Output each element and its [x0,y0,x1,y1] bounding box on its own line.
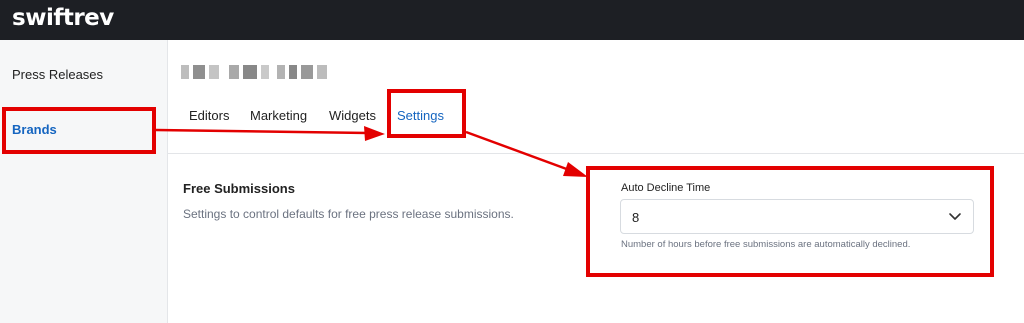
tab-editors[interactable]: Editors [189,108,229,123]
tab-widgets[interactable]: Widgets [329,108,376,123]
tab-marketing[interactable]: Marketing [250,108,307,123]
section-description: Settings to control defaults for free pr… [183,207,514,221]
section-title: Free Submissions [183,181,295,196]
sidebar: Press Releases Brands [0,40,168,323]
blurred-brand-name [181,65,331,79]
highlight-box-brands [2,107,156,154]
swiftrev-logo[interactable]: swiftrev [12,5,114,31]
brand-tabs: Editors Marketing Widgets Settings [168,100,1024,154]
top-bar: swiftrev [0,0,1024,40]
highlight-box-settings-tab [387,89,466,138]
highlight-box-auto-decline [586,166,994,277]
sidebar-item-press-releases[interactable]: Press Releases [12,67,103,82]
arrowhead-settings-to-field [563,162,588,177]
